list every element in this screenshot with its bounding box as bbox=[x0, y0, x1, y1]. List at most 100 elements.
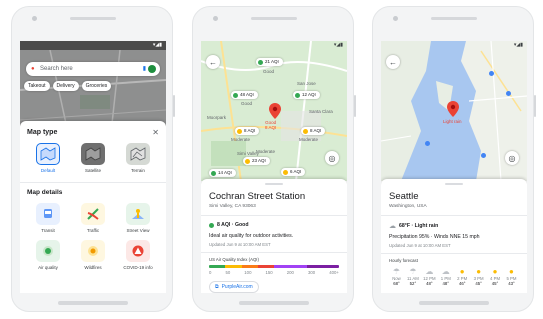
detail-street-view-label: Street View bbox=[126, 227, 150, 233]
aqi-pill-label: 8 AQI bbox=[244, 128, 256, 133]
chip-groceries[interactable]: Groceries bbox=[81, 81, 112, 91]
place-marker-icon[interactable] bbox=[425, 141, 430, 146]
forecast-hour: ● 5 PM 43° bbox=[504, 267, 519, 286]
location-pin-icon: ● bbox=[31, 66, 35, 72]
updated-time: Updated Jun 9 at 10:00 AM EST bbox=[209, 242, 271, 247]
wildfires-icon bbox=[81, 240, 105, 262]
chip-takeout[interactable]: Takeout bbox=[24, 81, 50, 91]
side-button bbox=[173, 95, 175, 117]
sheet-title: Map type bbox=[27, 129, 58, 136]
divider bbox=[381, 215, 527, 216]
place-marker-icon[interactable] bbox=[481, 153, 486, 158]
city-name: Seattle bbox=[389, 191, 419, 202]
status-bar: ▾◢▮ bbox=[333, 42, 343, 48]
purpleair-link[interactable]: ⧉ PurpleAir.com bbox=[209, 281, 259, 293]
back-arrow-icon[interactable]: ← bbox=[206, 55, 220, 69]
detail-air-quality[interactable]: Air quality bbox=[30, 240, 66, 271]
detail-transit[interactable]: Transit bbox=[30, 202, 66, 234]
detail-wildfires[interactable]: Wildfires bbox=[75, 240, 111, 271]
detail-covid-19-label: COVID-19 info bbox=[123, 265, 153, 270]
covid-warning-icon bbox=[126, 240, 150, 262]
map-type-satellite[interactable]: Satellite bbox=[75, 143, 111, 174]
chip-takeout-label: Takeout bbox=[28, 83, 46, 89]
map-label: Santa Clara bbox=[309, 109, 333, 114]
hour-temp: 48° bbox=[426, 281, 433, 286]
search-input[interactable]: Search here ● ▮ bbox=[26, 62, 160, 76]
aqi-pill-label: 12 AQI bbox=[302, 92, 316, 97]
air-quality-map[interactable]: ← 21 AQI 48 AQI 12 AQI 8 AQI 8 AQI 23 AQ… bbox=[201, 41, 347, 181]
hour-temp: 43° bbox=[508, 281, 515, 286]
my-location-icon[interactable]: ◎ bbox=[325, 151, 339, 165]
chip-delivery-label: Delivery bbox=[56, 83, 75, 89]
divider bbox=[201, 215, 347, 216]
sun-icon: ● bbox=[492, 267, 498, 276]
aqi-pill[interactable]: 23 AQI bbox=[243, 157, 270, 165]
divider bbox=[381, 253, 527, 254]
hourly-forecast: ☂ Now 68° ☂ 11 AM 52° ☁ 12 PM 48° ☁ 1 PM 48° ● 2 … bbox=[389, 267, 519, 286]
forecast-hour: ● 3 PM 45° bbox=[471, 267, 486, 286]
rain-icon: ☂ bbox=[409, 267, 417, 276]
scale-tick: 300 bbox=[308, 270, 316, 275]
sheet-handle[interactable] bbox=[445, 183, 463, 185]
aqi-scale-bar bbox=[209, 265, 339, 268]
stage: ▾◢▮ Search here ● ▮ Takeout Delivery Gro… bbox=[0, 0, 543, 319]
detail-street-view[interactable]: Street View bbox=[120, 202, 156, 234]
map-type-sheet: Map type ✕ Default Satellite Terrain Map… bbox=[20, 121, 166, 293]
aqi-pill[interactable]: 6 AQI bbox=[281, 168, 306, 176]
transit-icon bbox=[36, 202, 60, 225]
mic-icon[interactable]: ▮ bbox=[143, 62, 146, 76]
sun-icon: ● bbox=[509, 267, 514, 276]
air-quality-icon bbox=[36, 240, 60, 262]
speaker bbox=[70, 17, 116, 20]
map-details-row-2: Air quality Wildfires COVID-19 info bbox=[20, 240, 166, 271]
hour-temp: 48° bbox=[442, 281, 450, 286]
back-arrow-icon[interactable]: ← bbox=[386, 55, 400, 69]
chip-groceries-label: Groceries bbox=[85, 83, 108, 89]
aqi-pill[interactable]: 14 AQI bbox=[209, 169, 236, 177]
forecast-hour: ● 2 PM 46° bbox=[455, 267, 470, 286]
station-address: Simi Valley, CA 93063 bbox=[209, 204, 256, 209]
speaker bbox=[251, 17, 297, 20]
station-sheet: Cochran Street Station Simi Valley, CA 9… bbox=[201, 179, 347, 293]
detail-air-quality-label: Air quality bbox=[38, 265, 58, 270]
detail-covid-19[interactable]: COVID-19 info bbox=[120, 240, 156, 271]
aqi-pill[interactable]: 8 AQI bbox=[235, 127, 260, 135]
close-icon[interactable]: ✕ bbox=[152, 128, 159, 137]
phone-weather: ▾◢▮ ← Light rain ◎ Seattle Washington, U… bbox=[372, 6, 536, 312]
forecast-hour: ☂ 11 AM 52° bbox=[405, 267, 420, 286]
phone-air-quality: ▾◢▮ ← 21 AQI 48 AQI 12 AQI 8 AQI 8 AQI 2… bbox=[192, 6, 356, 312]
detail-transit-label: Transit bbox=[41, 227, 55, 233]
sun-icon: ● bbox=[459, 267, 465, 276]
terrain-map-thumb bbox=[126, 143, 150, 165]
place-marker-icon[interactable] bbox=[506, 91, 511, 96]
chip-delivery[interactable]: Delivery bbox=[52, 81, 79, 91]
screen: ▾◢▮ Search here ● ▮ Takeout Delivery Gro… bbox=[20, 41, 166, 293]
aqi-pill[interactable]: 8 AQI bbox=[301, 127, 326, 135]
detail-traffic[interactable]: Traffic bbox=[75, 202, 111, 234]
divider bbox=[20, 181, 166, 183]
home-bar bbox=[419, 301, 489, 305]
aqi-pill-label: 6 AQI bbox=[290, 169, 302, 174]
location-pin-icon[interactable] bbox=[269, 103, 281, 119]
aqi-pill[interactable]: 21 AQI bbox=[256, 58, 283, 66]
aqi-pill-label: 48 AQI bbox=[240, 92, 254, 97]
avatar[interactable] bbox=[148, 65, 156, 73]
sheet-handle[interactable] bbox=[265, 183, 283, 185]
location-pin-icon[interactable] bbox=[447, 101, 459, 117]
map-type-terrain[interactable]: Terrain bbox=[120, 143, 156, 174]
aqi-index-title: US Air Quality Index (AQI) bbox=[209, 257, 259, 262]
forecast-hour: ☁ 12 PM 48° bbox=[422, 267, 437, 286]
aqi-pill[interactable]: 12 AQI bbox=[293, 91, 320, 99]
rain-cloud-icon: ☁ bbox=[389, 223, 396, 230]
place-marker-icon[interactable] bbox=[489, 71, 494, 76]
weather-details: Precipitation 95% · Winds NNE 15 mph bbox=[389, 234, 480, 240]
aqi-value: 8 AQI · Good bbox=[217, 222, 249, 228]
weather-map[interactable]: ← Light rain ◎ bbox=[381, 41, 527, 181]
map-type-default[interactable]: Default bbox=[30, 143, 66, 174]
hour-temp: 45° bbox=[491, 281, 499, 286]
forecast-hour: ☂ Now 68° bbox=[389, 267, 404, 286]
map-type-options: Default Satellite Terrain bbox=[20, 143, 166, 174]
aqi-pill[interactable]: 48 AQI bbox=[231, 91, 258, 99]
forecast-hour: ☁ 1 PM 48° bbox=[438, 267, 453, 286]
my-location-icon[interactable]: ◎ bbox=[505, 151, 519, 165]
